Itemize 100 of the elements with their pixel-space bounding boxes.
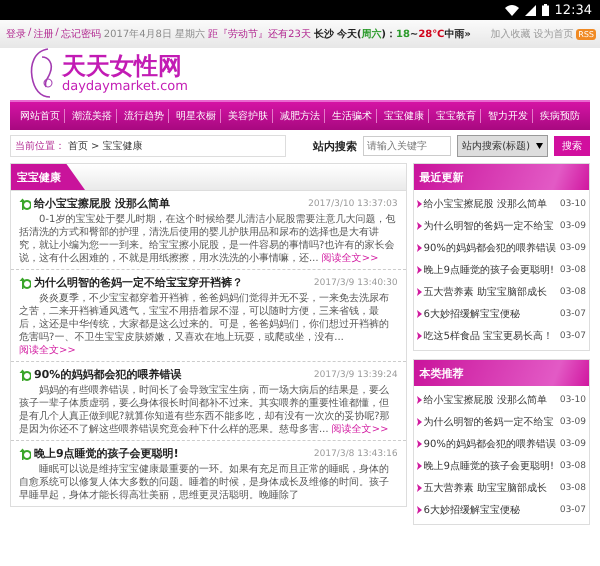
nav-link[interactable]: 潮流美搭 [68, 109, 117, 123]
separator-text: / [55, 27, 59, 40]
breadcrumb-link[interactable]: 首页 [68, 139, 88, 153]
nav-link[interactable]: 美容护肤 [224, 109, 273, 123]
sidebar-article-date: 03-10 [558, 395, 586, 405]
sidebar-article-link[interactable]: 为什么明智的爸妈一定不给宝 [424, 415, 554, 429]
sidebar-article-date: 03-08 [558, 461, 586, 471]
sidebar-article-date: 03-07 [558, 309, 586, 319]
sidebar-article-link[interactable]: 给小宝宝擦屁股 没那么简单 [424, 197, 547, 211]
chevron-icon [416, 462, 422, 470]
chevron-icon [416, 418, 422, 426]
dropdown-caret-icon [536, 143, 543, 149]
chevron-icon [416, 222, 422, 230]
sidebar-article-link[interactable]: 给小宝宝擦屁股 没那么简单 [424, 393, 547, 407]
battery-icon [542, 4, 549, 16]
read-more-link[interactable]: 阅读全文>> [322, 253, 378, 264]
sidebar-article-date: 03-09 [558, 243, 586, 253]
chevron-icon [416, 484, 422, 492]
panel-title: 本类推荐 [414, 360, 589, 386]
article-summary: 妈妈的有些喂养错误，时间长了会导致宝宝生病，而一场大病后的结果是，要么孩子一辈子体质虚弱，要么身体很长时间都补不过来。其实喂养的重要性谁都懂，但是有几个人真正做到呢?就算你知道有些东西不能多吃，却有没有一次次的妥协呢?那是因为你还不了解这些喂养错误究竟会种下什么样的恶果。慈母多害... 阅读全文>> [19, 384, 391, 436]
account-link[interactable]: 注册 [33, 27, 54, 41]
search-scope-dropdown[interactable]: 站内搜索(标题) [457, 135, 548, 157]
read-more-link[interactable]: 阅读全文>> [332, 424, 388, 435]
article-date: 2017/3/10 13:37:03 [308, 198, 398, 208]
breadcrumb-separator: > [91, 140, 100, 152]
nav-link[interactable]: 明星衣橱 [172, 109, 221, 123]
search-label: 站内搜索 [313, 138, 358, 154]
chevron-icon [416, 288, 422, 296]
chevron-icon [416, 200, 422, 208]
search-button[interactable]: 搜索 [554, 136, 590, 156]
weather-text: 18 [396, 29, 410, 40]
separator-text: / [28, 27, 32, 40]
weather-text: » [464, 29, 471, 40]
chevron-icon [416, 506, 422, 514]
weather-text: )： [381, 29, 396, 40]
sidebar-article-link[interactable]: 90%的妈妈都会犯的喂养错误 [424, 437, 556, 451]
nav-link[interactable]: 智力开发 [484, 109, 533, 123]
article-title[interactable]: 为什么明智的爸妈一定不给宝宝穿开裆裤？ [34, 275, 243, 290]
article-title[interactable]: 给小宝宝擦屁股 没那么简单 [34, 196, 170, 211]
sidebar-article-date: 03-08 [558, 483, 586, 493]
weather-text: 今天( [336, 29, 362, 40]
article-date: 2017/3/8 13:43:16 [314, 448, 398, 458]
sidebar-article-date: 03-07 [558, 331, 586, 341]
sidebar-article-date: 03-08 [558, 265, 586, 275]
breadcrumb-label: 当前位置： [15, 140, 65, 153]
nav-link[interactable]: 宝宝健康 [380, 109, 429, 123]
sidebar-article-link[interactable]: 6大妙招缓解宝宝便秘 [424, 307, 520, 321]
sidebar-article-link[interactable]: 6大妙招缓解宝宝便秘 [424, 503, 520, 517]
sidebar-article-link[interactable]: 五大营养素 助宝宝脑部成长 [424, 285, 547, 299]
article-title[interactable]: 晚上9点睡觉的孩子会更聪明! [34, 446, 179, 461]
wifi-icon [504, 4, 519, 16]
chevron-icon [416, 244, 422, 252]
nav-link[interactable]: 生活骗术 [328, 109, 377, 123]
chevron-icon [416, 396, 422, 404]
weather-text: 中雨 [444, 29, 464, 40]
sidebar-article-link[interactable]: 五大营养素 助宝宝脑部成长 [424, 481, 547, 495]
sidebar-article-link[interactable]: 吃这5样食品 宝宝更易长高！ [424, 329, 554, 343]
sidebar-article-link[interactable]: 90%的妈妈都会犯的喂养错误 [424, 241, 556, 255]
section-title: 宝宝健康 [11, 164, 85, 190]
up-arrow-icon [19, 448, 31, 460]
article-date: 2017/3/9 13:40:30 [314, 278, 398, 288]
sidebar-article-date: 03-08 [558, 287, 586, 297]
clock-time: 12:34 [554, 2, 592, 18]
search-field[interactable]: 请输入关键字 [363, 136, 452, 156]
sidebar-article-date: 03-10 [558, 199, 586, 209]
nav-link[interactable]: 宝宝教育 [432, 109, 481, 123]
article-summary: 0-1岁的宝宝处于婴儿时期，在这个时候给婴儿清洁小屁股需要注意几大问题，包括清洗的方式和臀部的护理，清洗后使用的婴儿护肤用品和尿布的选择也是大有讲究，就让小编为您一一到来。给宝宝擦小屁股，是一件容易的事情吗?也许有的家长会说，这有什么困难的，不就是用纸擦擦，用水洗洗的小事情嘛，还... 阅读全文>> [19, 213, 396, 265]
site-domain: daydaymarket.com [62, 78, 188, 94]
sidebar-article-date: 03-09 [558, 221, 586, 231]
article-date: 2017/3/9 13:39:24 [314, 370, 398, 380]
sidebar-article-link[interactable]: 晚上9点睡觉的孩子会更聪明! [424, 459, 554, 473]
nav-link[interactable]: 网站首页 [16, 109, 65, 123]
sidebar-article-link[interactable]: 晚上9点睡觉的孩子会更聪明! [424, 263, 554, 277]
nav-link[interactable]: 流行趋势 [120, 109, 169, 123]
account-link[interactable]: 登录 [6, 27, 26, 41]
read-more-link[interactable]: 阅读全文>> [19, 345, 76, 356]
panel-title: 最近更新 [414, 164, 589, 190]
holiday-countdown: 距『劳动节』还有23天 [208, 28, 311, 41]
sidebar-article-link[interactable]: 为什么明智的爸妈一定不给宝 [424, 219, 554, 233]
weather-text: 28℃ [418, 29, 444, 40]
weather-text: 周六 [361, 29, 382, 40]
breadcrumb-link[interactable]: 宝宝健康 [102, 139, 142, 153]
nav-link[interactable]: 减肥方法 [276, 109, 325, 123]
chevron-icon [416, 440, 422, 448]
up-arrow-icon [19, 368, 31, 380]
article-summary: 炎炎夏季，不少宝宝都穿着开裆裤，爸爸妈妈们觉得并无不妥，一来免去洗尿布之苦，二来开裆裤通风透气，宝宝不用捂着尿不湿，可以随时方便，三来省钱，最后，这还是中华传统，大家都是这么过来的。可是，爸爸妈妈们，你们想过开裆裤的危害吗?一、不卫生宝宝皮肤娇嫩，又喜欢在地上玩耍，或爬或坐，没有... 阅读全文>> [19, 292, 390, 357]
account-link[interactable]: 忘记密码 [60, 27, 101, 41]
article-title[interactable]: 90%的妈妈都会犯的喂养错误 [34, 367, 182, 382]
article-summary: 睡眠可以说是维持宝宝健康最重要的一环。如果有充足而且正常的睡眠，身体的自愈系统可以修复人体大多数的问题。睡着的时候，是身体成长及维修的时间。孩子早睡早起，身体才能长得高壮美丽，思维更灵活聪明。晚睡除了 [19, 463, 390, 502]
chevron-icon [416, 332, 422, 340]
up-arrow-icon [19, 276, 31, 288]
city-name: 长沙 [314, 28, 334, 41]
chevron-icon [416, 266, 422, 274]
chevron-icon [416, 310, 422, 318]
weather-text: ~ [410, 29, 418, 40]
sidebar-article-date: 03-07 [558, 505, 586, 515]
date-text: 2017年4月8日 星期六 [104, 28, 206, 41]
sidebar-article-date: 03-09 [558, 439, 586, 449]
site-logo-title[interactable]: 天天女性网 [62, 52, 188, 78]
nav-link[interactable]: 疾病预防 [536, 109, 584, 123]
